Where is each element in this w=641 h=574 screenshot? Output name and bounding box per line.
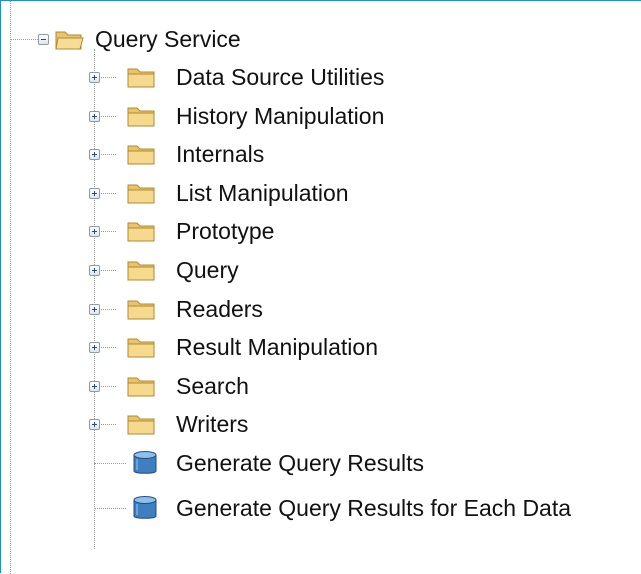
expand-toggle[interactable]: [89, 110, 100, 122]
folder-icon: [127, 145, 155, 165]
expand-toggle[interactable]: [89, 380, 100, 392]
folder-icon: [127, 261, 155, 281]
expand-toggle[interactable]: [89, 265, 100, 276]
tree-node-label: List Manipulation: [176, 179, 349, 206]
tree-node-label: Generate Query Results for Each Data: [176, 495, 572, 521]
tree-node-history-manipulation[interactable]: History Manipulation: [1, 95, 641, 137]
folder-icon: [127, 300, 155, 320]
tree-node-result-manipulation[interactable]: Result Manipulation: [1, 326, 641, 368]
tree-node-label: Generate Query Results: [176, 450, 425, 476]
tree-guide-line: [94, 508, 126, 509]
tree-node-label: Internals: [176, 141, 265, 168]
tree-node-data-source-utilities[interactable]: Data Source Utilities: [1, 56, 641, 98]
expand-toggle[interactable]: [89, 342, 100, 354]
tree-node-prototype[interactable]: Prototype: [1, 210, 641, 252]
expand-toggle[interactable]: [89, 149, 100, 161]
database-icon: [133, 496, 157, 519]
expand-toggle[interactable]: [89, 72, 100, 83]
folder-icon: [127, 184, 155, 204]
tree-node-label: Data Source Utilities: [176, 64, 385, 90]
folder-icon: [127, 377, 155, 397]
tree-node-list-manipulation[interactable]: List Manipulation: [1, 172, 641, 214]
folder-icon: [127, 415, 155, 435]
tree-node-search[interactable]: Search: [1, 365, 641, 407]
folder-icon: [127, 338, 155, 358]
tree-node-readers[interactable]: Readers: [1, 288, 641, 330]
tree-node-label: Search: [176, 372, 249, 399]
tree-node-label: Writers: [176, 411, 249, 438]
expand-toggle[interactable]: [89, 226, 100, 238]
folder-open-icon: [55, 31, 84, 50]
tree-node-label: Prototype: [176, 218, 275, 245]
tree-node-generate-query-results[interactable]: Generate Query Results: [1, 442, 641, 484]
tree-node-label: Query: [176, 257, 239, 283]
tree-node-writers[interactable]: Writers: [1, 403, 641, 445]
folder-icon: [127, 68, 155, 88]
tree-node-query-service[interactable]: Query Service: [1, 18, 641, 60]
tree-node-label: Result Manipulation: [176, 334, 379, 361]
tree-guide-line: [94, 463, 126, 464]
collapse-toggle[interactable]: [38, 34, 49, 45]
tree-node-generate-query-results-for-each-data[interactable]: Generate Query Results for Each Data: [1, 487, 641, 529]
tree-node-label: History Manipulation: [176, 102, 385, 129]
expand-toggle[interactable]: [89, 303, 100, 315]
expand-toggle[interactable]: [89, 419, 100, 431]
database-icon: [133, 451, 157, 474]
expand-toggle[interactable]: [89, 187, 100, 199]
tree-node-label: Readers: [176, 295, 263, 322]
folder-icon: [127, 222, 155, 242]
tree-node-label: Query Service: [95, 26, 241, 52]
tree-node-internals[interactable]: Internals: [1, 133, 641, 175]
tree-view-panel: Query Service Data Source Utilities Hist…: [0, 0, 641, 574]
tree-node-query[interactable]: Query: [1, 249, 641, 291]
folder-icon: [127, 107, 155, 127]
